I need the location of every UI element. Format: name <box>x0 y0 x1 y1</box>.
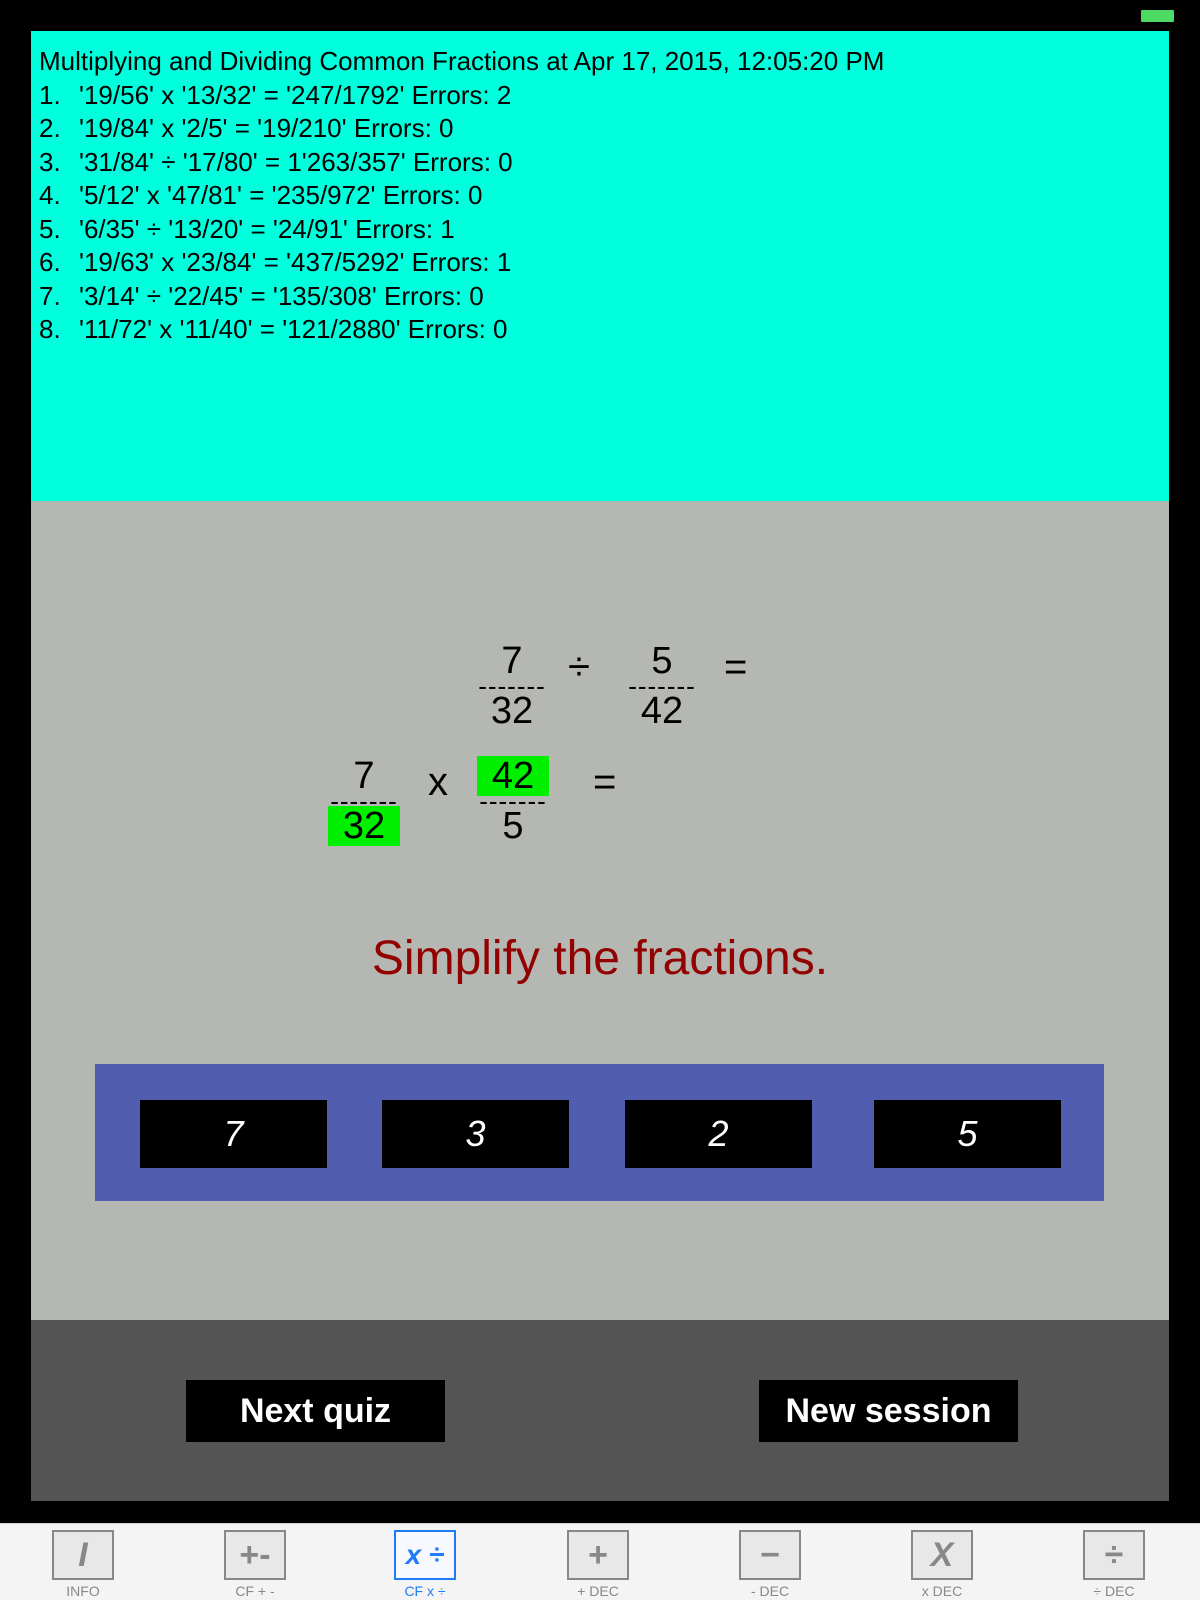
choice-button[interactable]: 5 <box>874 1100 1061 1168</box>
multiply-operator: x <box>428 760 448 804</box>
tab-dec-sub[interactable]: − - DEC <box>715 1530 825 1600</box>
plus-minus-icon: +- <box>224 1530 286 1580</box>
quiz-area: 7 ------- 32 ÷ 5 ------- 42 = 7 ------- … <box>31 501 1169 1320</box>
tab-info[interactable]: I INFO <box>28 1530 138 1600</box>
choice-button[interactable]: 2 <box>625 1100 812 1168</box>
fraction-right-original: 5 ------- 42 <box>628 640 696 732</box>
choice-button[interactable]: 7 <box>140 1100 327 1168</box>
tab-bar: I INFO +- CF + - x ÷ CF x ÷ + + DEC − - … <box>0 1523 1200 1600</box>
log-line: 5. '6/35' ÷ '13/20' = '24/91' Errors: 1 <box>39 213 455 244</box>
log-line: 2. '19/84' x '2/5' = '19/210' Errors: 0 <box>39 113 454 143</box>
answer-choices: 7 3 2 5 <box>95 1064 1104 1201</box>
fraction-left-original: 7 ------- 32 <box>478 640 546 732</box>
log-line: 7. '3/14' ÷ '22/45' = '135/308' Errors: 0 <box>39 280 484 311</box>
fraction-left-converted: 7 ------- 32 <box>309 753 419 849</box>
log-line: 3. '31/84' ÷ '17/80' = 1'263/357' Errors:… <box>39 146 513 177</box>
tab-dec-mul[interactable]: X x DEC <box>887 1530 997 1600</box>
highlighted-denominator[interactable]: 32 <box>327 806 401 846</box>
divide-icon: ÷ <box>1083 1530 1145 1580</box>
log-title: Multiplying and Dividing Common Fraction… <box>39 46 885 76</box>
log-line: 6. '19/63' x '23/84' = '437/5292' Errors:… <box>39 247 512 277</box>
instruction-text: Simplify the fractions. <box>371 932 829 985</box>
tab-cf-mul-div[interactable]: x ÷ CF x ÷ <box>370 1530 480 1600</box>
tab-dec-add[interactable]: + + DEC <box>543 1530 653 1600</box>
divide-operator: ÷ <box>568 645 590 689</box>
choice-button[interactable]: 3 <box>382 1100 569 1168</box>
info-icon: I <box>52 1530 114 1580</box>
minus-icon: − <box>739 1530 801 1580</box>
log-line: 1. '19/56' x '13/32' = '247/1792' Errors:… <box>39 79 512 110</box>
log-line: 4. '5/12' x '47/81' = '235/972' Errors: 0 <box>39 180 483 210</box>
multiply-divide-icon: x ÷ <box>394 1530 456 1580</box>
tab-dec-div[interactable]: ÷ ÷ DEC <box>1059 1530 1169 1600</box>
results-log: Multiplying and Dividing Common Fraction… <box>31 31 1169 501</box>
action-bar: Next quiz New session <box>31 1320 1169 1501</box>
equals-sign-2: = <box>593 760 617 804</box>
multiply-icon: X <box>911 1530 973 1580</box>
new-session-button[interactable]: New session <box>759 1380 1018 1442</box>
fraction-right-converted: 42 ------- 5 <box>458 753 568 849</box>
equals-sign: = <box>724 645 748 689</box>
plus-icon: + <box>567 1530 629 1580</box>
battery-indicator <box>1141 10 1174 22</box>
tab-cf-add-sub[interactable]: +- CF + - <box>200 1530 310 1600</box>
next-quiz-button[interactable]: Next quiz <box>186 1380 445 1442</box>
log-line: 8. '11/72' x '11/40' = '121/2880' Errors:… <box>39 314 508 344</box>
